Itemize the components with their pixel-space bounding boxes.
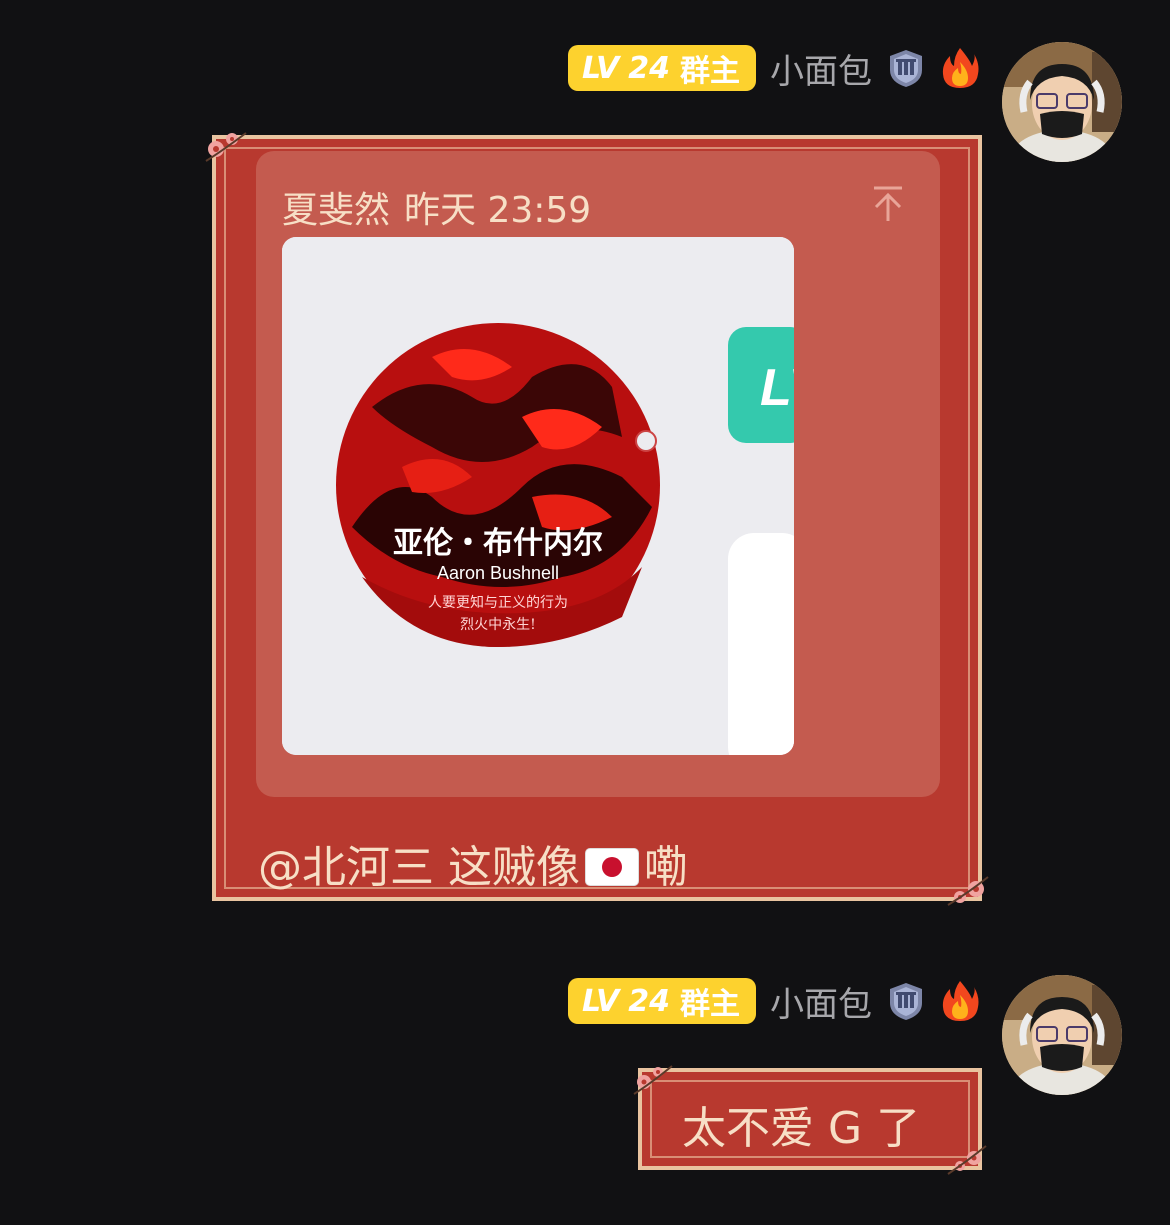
role-label: 群主 xyxy=(680,54,740,89)
role-label: 群主 xyxy=(680,987,740,1022)
plum-blossom-icon xyxy=(205,132,247,162)
sender-name[interactable]: 小面包 xyxy=(770,44,872,93)
level-number: 24 xyxy=(628,983,670,1019)
avatar[interactable] xyxy=(1002,42,1122,162)
medal-icon[interactable] xyxy=(884,46,928,90)
image-caption-1: 人要更知与正义的行为 xyxy=(428,594,568,611)
level-prefix: LV xyxy=(582,983,619,1019)
quote-time: 昨天 23:59 xyxy=(404,190,592,231)
avatar-photo xyxy=(1002,42,1122,162)
message-bubble[interactable]: 太不爱 G 了 xyxy=(633,1065,987,1175)
japan-flag-icon xyxy=(586,849,638,885)
plum-blossom-icon xyxy=(633,1065,673,1095)
plum-blossom-icon xyxy=(947,876,989,906)
sender-header: LV 24 群主 小面包 xyxy=(568,975,980,1027)
image-caption-2: 烈火中永生! xyxy=(460,617,536,633)
avatar[interactable] xyxy=(1002,975,1122,1095)
message-bubble[interactable]: 夏斐然昨天 23:59 LV xyxy=(205,132,989,906)
image-title-en: Aaron Bushnell xyxy=(437,563,559,583)
message-text: @北河三 这贼像 嘞 xyxy=(258,831,688,895)
message-text-after-flag: 嘞 xyxy=(644,842,688,893)
image-title-cn: 亚伦・布什内尔 xyxy=(393,526,603,561)
level-prefix: LV xyxy=(582,50,619,86)
level-badge[interactable]: LV 24 群主 xyxy=(568,978,756,1024)
flame-icon[interactable] xyxy=(940,979,980,1023)
sender-header: LV 24 群主 小面包 xyxy=(568,42,980,94)
quote-author: 夏斐然 xyxy=(282,190,391,231)
quoted-image-content: LV 亚伦・布什内尔 Aaron Bushnell 人要更知与正义的行为 烈火中… xyxy=(282,237,794,755)
message-text-before-flag: @北河三 这贼像 xyxy=(258,842,580,893)
plum-blossom-icon xyxy=(947,1145,987,1175)
medal-icon[interactable] xyxy=(884,979,928,1023)
level-number: 24 xyxy=(628,50,670,86)
image-side-badge: LV xyxy=(760,359,794,417)
quoted-image[interactable]: LV 亚伦・布什内尔 Aaron Bushnell 人要更知与正义的行为 烈火中… xyxy=(282,237,794,755)
flame-icon[interactable] xyxy=(940,46,980,90)
level-badge[interactable]: LV 24 群主 xyxy=(568,45,756,91)
sender-name[interactable]: 小面包 xyxy=(770,977,872,1026)
message-text: 太不爱 G 了 xyxy=(682,1103,921,1154)
avatar-photo xyxy=(1002,975,1122,1095)
jump-to-top-icon[interactable] xyxy=(870,185,906,223)
quote-meta: 夏斐然 昨天 23:59 xyxy=(282,181,591,233)
quoted-message[interactable]: 夏斐然昨天 23:59 LV xyxy=(256,151,940,797)
